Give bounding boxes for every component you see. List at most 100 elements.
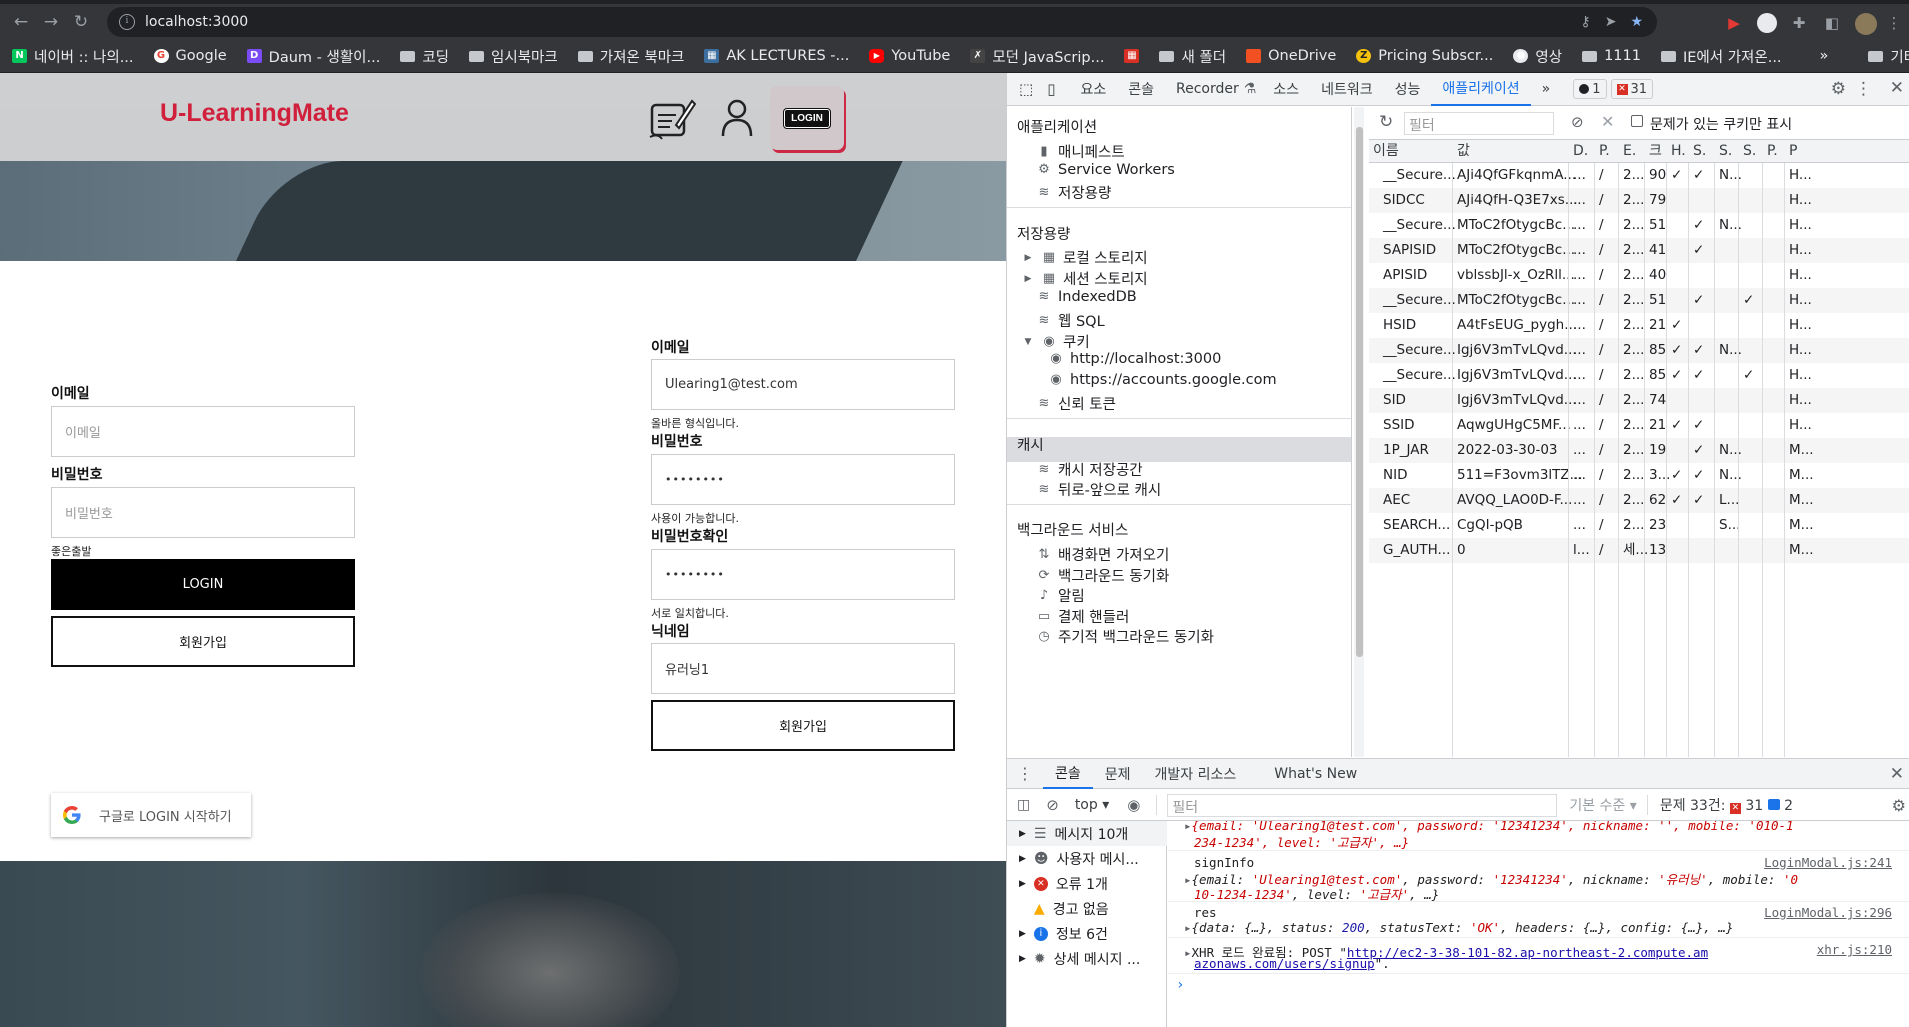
devtools-tab[interactable]: 애플리케이션 bbox=[1431, 73, 1531, 106]
user-messages-filter-item[interactable]: ▶ ☻ 사용자 메시... bbox=[1007, 846, 1167, 871]
bookmark-item[interactable]: 코딩 bbox=[400, 46, 449, 67]
devtools-tab[interactable]: 네트워크 bbox=[1310, 73, 1384, 106]
avatar[interactable] bbox=[1855, 13, 1877, 35]
cookies-item[interactable]: ▼ ◉ 쿠키 bbox=[1021, 331, 1090, 352]
eye-icon[interactable]: ◉ bbox=[1127, 796, 1140, 814]
cookie-row[interactable]: SSID AqwgUHgC5MF....../2... 21 ✓ ✓ H... bbox=[1369, 413, 1909, 438]
cookie-row[interactable]: __Secure... Igj6V3mTvLQvd....../2... 85 ✓ ✓ N… bbox=[1369, 338, 1909, 363]
site-info-icon[interactable]: i bbox=[119, 14, 135, 30]
other-bookmarks[interactable]: 기타 북마크 bbox=[1868, 46, 1909, 67]
bookmark-item[interactable]: 1111 bbox=[1582, 48, 1641, 64]
clear-console-icon[interactable]: ⊘ bbox=[1046, 796, 1059, 814]
google-login-button[interactable]: 구글로 LOGIN 시작하기 bbox=[51, 793, 251, 837]
request-url-link[interactable]: http://ec2-3-38-101-82.ap-northeast-2.co… bbox=[1347, 945, 1708, 960]
back-icon[interactable]: ← bbox=[9, 10, 33, 34]
local-storage-item[interactable]: ▶ ▦ 로컬 스토리지 bbox=[1021, 247, 1148, 268]
send-icon[interactable]: ➤ bbox=[1605, 14, 1617, 30]
context-selector[interactable]: top ▾ bbox=[1075, 797, 1109, 813]
bookmark-item[interactable]: OneDrive bbox=[1246, 48, 1336, 64]
cookie-row[interactable]: HSID A4tFsEUG_pygh...... / 2... 21 ✓ H... bbox=[1369, 313, 1909, 338]
background-fetch-item[interactable]: ⇅ 배경화면 가져오기 bbox=[1037, 544, 1170, 565]
indexeddb-item[interactable]: ≋ IndexedDB bbox=[1037, 289, 1137, 305]
background-sync-item[interactable]: ⟳ 백그라운드 동기화 bbox=[1037, 565, 1170, 586]
payment-handler-item[interactable]: ▭ 결제 핸들러 bbox=[1037, 606, 1129, 627]
expand-arrow-icon[interactable]: ▶ bbox=[1021, 272, 1035, 286]
request-url-link[interactable]: azonaws.com/users/signup bbox=[1194, 956, 1375, 971]
warnings-filter-item[interactable]: ▶▲경고 없음 bbox=[1007, 896, 1167, 921]
devtools-tab[interactable]: 요소 bbox=[1069, 73, 1117, 106]
column-header[interactable]: P. bbox=[1595, 140, 1610, 163]
error-count-badge[interactable]: ✕ 31 bbox=[1610, 79, 1654, 99]
bookmark-item[interactable]: IE에서 가져온... bbox=[1660, 46, 1782, 67]
drawer-tab[interactable]: 개발자 리소스 bbox=[1143, 758, 1249, 789]
drawer-menu-icon[interactable]: ⋮ bbox=[1007, 764, 1043, 783]
bookmark-item[interactable]: ▦ bbox=[1124, 49, 1140, 63]
collapse-arrow-icon[interactable]: ▼ bbox=[1021, 335, 1035, 349]
cookie-row[interactable]: 1P_JAR 2022-03-30-03.../2... 19 ✓ N... M... bbox=[1369, 438, 1909, 463]
notifications-item[interactable]: ♪ 알림 bbox=[1037, 585, 1085, 606]
trust-token-item[interactable]: ≋ 신뢰 토큰 bbox=[1037, 393, 1116, 414]
cookie-row[interactable]: __Secure... MToC2fOtygcBc...... / 2... 51 ✓ ✓ H… bbox=[1369, 288, 1909, 313]
login-password-input[interactable]: 비밀번호 bbox=[51, 487, 355, 538]
reload-icon[interactable]: ↻ bbox=[69, 10, 93, 34]
cookie-row[interactable]: __Secure... Igj6V3mTvLQvd....../2... 85 ✓ ✓ ✓… bbox=[1369, 363, 1909, 388]
cookie-row[interactable]: NID 511=F3ovm3lTZ....../2... 3... ✓ ✓ N... M..… bbox=[1369, 463, 1909, 488]
signup-button[interactable]: 회원가입 bbox=[51, 616, 355, 667]
bookmark-item[interactable]: N 네이버 :: 나의... bbox=[12, 46, 134, 67]
messages-filter-item[interactable]: ▶ ☰ 메시지 10개 bbox=[1007, 821, 1167, 846]
expand-arrow-icon[interactable]: ▶ bbox=[1021, 251, 1035, 265]
issues-only-checkbox[interactable] bbox=[1631, 115, 1643, 127]
user-icon[interactable] bbox=[720, 98, 754, 138]
login-button[interactable]: LOGIN bbox=[51, 559, 355, 610]
bookmark-item[interactable]: ▶ YouTube bbox=[869, 48, 950, 64]
sidebar-scrollbar[interactable] bbox=[1354, 107, 1364, 757]
column-header[interactable]: 크 bbox=[1645, 140, 1662, 163]
column-header[interactable]: 이름 bbox=[1369, 140, 1399, 163]
devtools-tab[interactable]: 콘솔 bbox=[1117, 73, 1165, 106]
bookmark-item[interactable]: 새 폴더 bbox=[1159, 46, 1226, 67]
extension-icon[interactable]: ▶ bbox=[1724, 13, 1744, 33]
more-bookmarks-icon[interactable]: » bbox=[1820, 48, 1829, 64]
forward-icon[interactable]: → bbox=[39, 10, 63, 34]
refresh-icon[interactable]: ↻ bbox=[1379, 112, 1393, 132]
signup-nickname-input[interactable]: 유러닝1 bbox=[651, 643, 955, 694]
signup-confirm-input[interactable]: •••••••• bbox=[651, 549, 955, 600]
key-icon[interactable]: ⚷ bbox=[1580, 14, 1590, 30]
cookie-row[interactable]: SIDCC AJi4QfH-Q3E7xs...... / 2... 79 H... bbox=[1369, 188, 1909, 213]
bookmark-item[interactable]: G Google bbox=[153, 48, 227, 64]
devtools-menu-icon[interactable]: ⋮ bbox=[1855, 79, 1872, 99]
cookie-row[interactable]: SID Igj6V3mTvLQvd...... / 2... 74 H... bbox=[1369, 388, 1909, 413]
source-link[interactable]: LoginModal.js:296 bbox=[1764, 905, 1892, 920]
verbose-filter-item[interactable]: ▶ ✹ 상세 메시지 ... bbox=[1007, 946, 1167, 971]
info-count-badge[interactable]: 1 bbox=[1573, 79, 1607, 99]
close-devtools-icon[interactable]: ✕ bbox=[1890, 78, 1904, 98]
login-email-input[interactable]: 이메일 bbox=[51, 406, 355, 457]
cookie-row[interactable]: G_AUTH... 0 l... / 세... 13 M... bbox=[1369, 538, 1909, 563]
column-header[interactable]: 값 bbox=[1453, 140, 1470, 163]
storage-item[interactable]: ≋ 저장용량 bbox=[1037, 182, 1112, 203]
settings-gear-icon[interactable]: ⚙ bbox=[1831, 79, 1846, 99]
devtools-tab[interactable]: 성능 bbox=[1384, 73, 1432, 106]
errors-filter-item[interactable]: ▶ ✕ 오류 1개 bbox=[1007, 871, 1167, 896]
cookie-row[interactable]: SAPISID MToC2fOtygcBc...... / 2... 41 ✓ H... bbox=[1369, 238, 1909, 263]
source-link[interactable]: xhr.js:210 bbox=[1817, 942, 1892, 957]
signup-email-input[interactable]: Ulearing1@test.com bbox=[651, 359, 955, 410]
signup-password-input[interactable]: •••••••• bbox=[651, 454, 955, 505]
address-bar[interactable]: i localhost:3000 ⚷ ➤ ★ bbox=[107, 7, 1657, 37]
cookie-google-item[interactable]: ◉ https://accounts.google.com bbox=[1049, 372, 1276, 388]
drawer-tab[interactable]: 문제 bbox=[1093, 758, 1143, 789]
column-header[interactable]: D. bbox=[1569, 140, 1588, 163]
column-header[interactable]: E. bbox=[1619, 140, 1636, 163]
column-header[interactable]: S. bbox=[1739, 140, 1756, 163]
cookie-row[interactable]: __Secure... MToC2fOtygcBc....../2... 51 ✓ N.… bbox=[1369, 213, 1909, 238]
log-level-selector[interactable]: 기본 수준 ▾ bbox=[1569, 795, 1636, 815]
bookmark-item[interactable]: 가져온 북마크 bbox=[577, 46, 684, 67]
bookmark-item[interactable]: ● 영상 bbox=[1513, 46, 1562, 67]
devtools-tab[interactable]: 소스 bbox=[1262, 73, 1310, 106]
profile-circle-icon[interactable] bbox=[1757, 13, 1777, 33]
service-workers-item[interactable]: ⚙ Service Workers bbox=[1037, 162, 1175, 178]
bookmark-item[interactable]: ▦ AK LECTURES -... bbox=[704, 48, 849, 64]
console-filter-input[interactable]: 필터 bbox=[1167, 793, 1558, 817]
info-filter-item[interactable]: ▶ i 정보 6건 bbox=[1007, 921, 1167, 946]
cookie-row[interactable]: SEARCH... CgQI-pQB... / 2... 23 S... M... bbox=[1369, 513, 1909, 538]
